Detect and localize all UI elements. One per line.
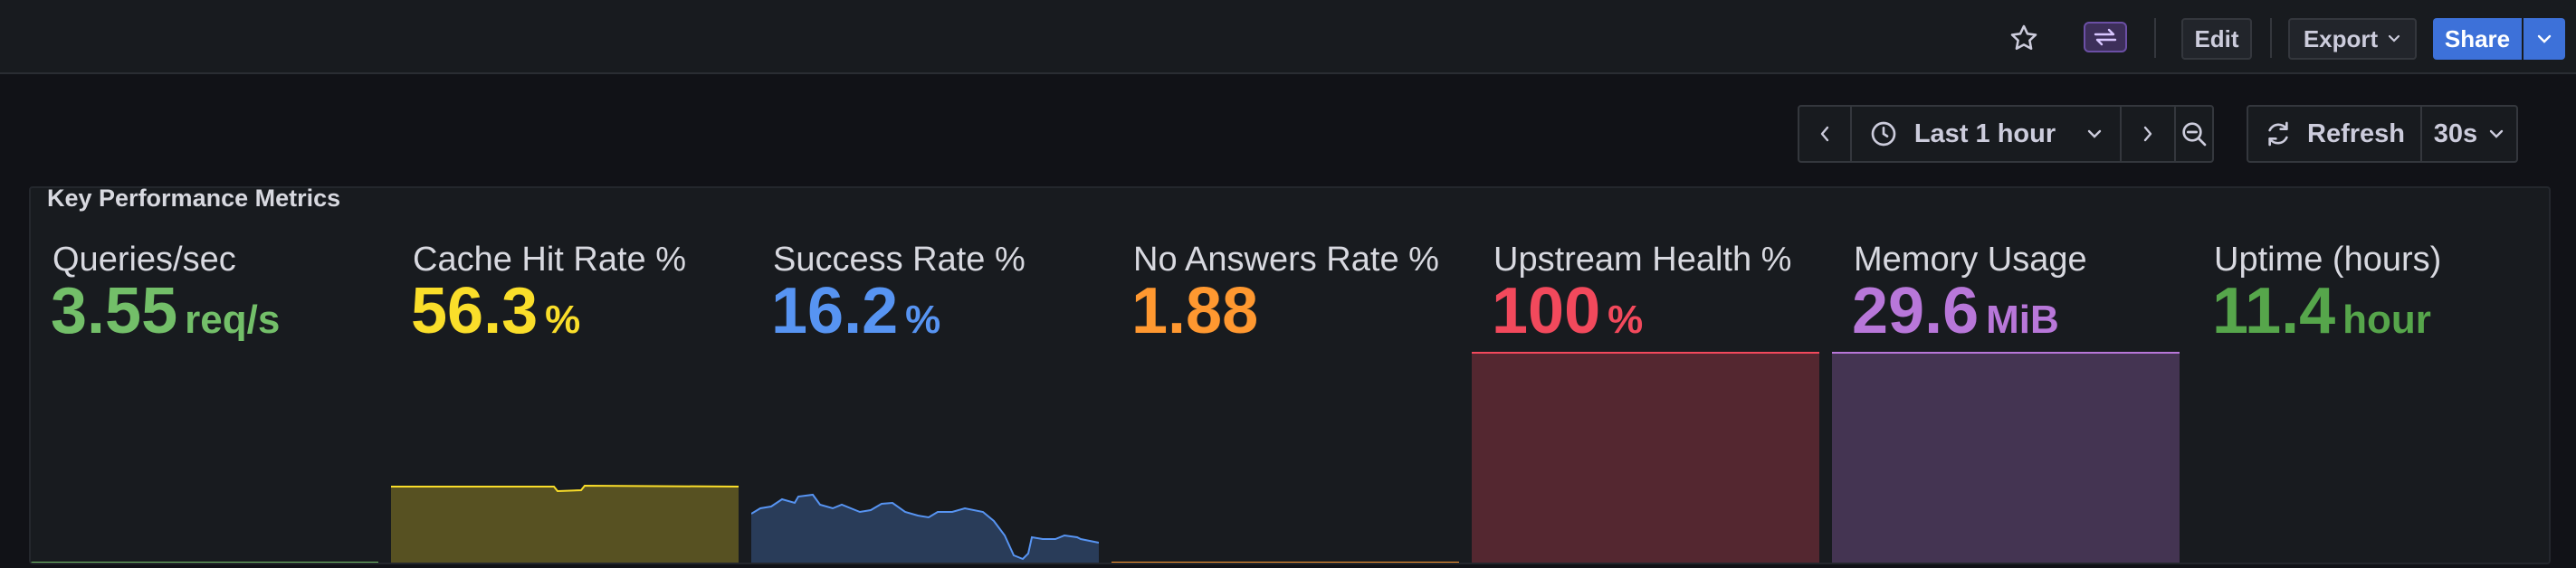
share-options-button[interactable] xyxy=(2524,18,2565,60)
refresh-picker: Refresh 30s xyxy=(2247,105,2518,163)
sparkline-area xyxy=(391,486,739,563)
stat-unit: MiB xyxy=(1986,298,2059,342)
stat-number: 100 xyxy=(1492,275,1601,347)
chevron-right-icon xyxy=(2143,126,2152,142)
chevron-down-icon xyxy=(2389,34,2400,43)
share-button-label: Share xyxy=(2444,24,2511,52)
stat-unit: req/s xyxy=(185,298,281,342)
refresh-icon xyxy=(2268,121,2288,147)
refresh-interval-label: 30s xyxy=(2433,118,2478,148)
sparkline-area xyxy=(1472,353,1819,563)
time-shift-back-button[interactable] xyxy=(1799,107,1852,161)
stat-value: 3.55 req/s xyxy=(51,279,280,344)
panel-title: Key Performance Metrics xyxy=(47,186,341,212)
time-range-label: Last 1 hour xyxy=(1913,118,2056,148)
refresh-interval-button[interactable]: 30s xyxy=(2422,107,2516,161)
stat-number: 1.88 xyxy=(1131,275,1259,347)
stat-cache-hit-rate[interactable]: Cache Hit Rate % 56.3% xyxy=(391,241,739,563)
stat-value: 1.88 xyxy=(1131,279,1265,344)
chevron-down-icon xyxy=(2537,34,2552,43)
stat-uptime-hours[interactable]: Uptime (hours) 11.4 hour xyxy=(2192,241,2540,563)
export-button[interactable]: Export xyxy=(2288,18,2417,60)
stat-label: Upstream Health % xyxy=(1493,241,1792,279)
stat-memory-usage[interactable]: Memory Usage 29.6 MiB xyxy=(1832,241,2180,563)
stat-unit: % xyxy=(545,298,581,342)
chevron-down-icon xyxy=(2489,129,2504,138)
sparkline-area xyxy=(1832,353,2180,563)
top-navbar: Edit Export Share xyxy=(0,0,2576,74)
edit-button-label: Edit xyxy=(2194,24,2239,52)
zoom-out-button[interactable] xyxy=(2176,107,2212,161)
export-button-label: Export xyxy=(2303,24,2379,52)
time-range-button[interactable]: Last 1 hour xyxy=(1852,107,2122,161)
stat-upstream-health[interactable]: Upstream Health % 100% xyxy=(1472,241,1819,563)
stat-value: 16.2% xyxy=(771,279,940,344)
stat-number: 56.3 xyxy=(411,275,539,347)
stat-label: No Answers Rate % xyxy=(1133,241,1439,279)
time-range-picker: Last 1 hour xyxy=(1798,105,2214,163)
stat-label: Cache Hit Rate % xyxy=(413,241,687,279)
stat-value: 11.4 hour xyxy=(2212,279,2431,344)
chevron-down-icon xyxy=(2087,129,2102,138)
zoom-out-icon xyxy=(2182,122,2207,147)
stat-number: 3.55 xyxy=(51,275,178,347)
stat-label: Success Rate % xyxy=(773,241,1026,279)
toggle-view-button[interactable] xyxy=(2084,22,2127,52)
clock-icon xyxy=(1871,121,1896,147)
star-icon xyxy=(2010,24,2037,51)
stat-value: 100% xyxy=(1492,279,1643,344)
swap-icon xyxy=(2094,28,2117,46)
stat-label: Queries/sec xyxy=(52,241,236,279)
toolbar-divider xyxy=(2270,18,2272,58)
stat-no-answers-rate[interactable]: No Answers Rate % 1.88 xyxy=(1111,241,1459,563)
key-performance-panel[interactable]: Key Performance Metrics Queries/sec 3.55… xyxy=(29,186,2551,564)
sparkline-area xyxy=(751,495,1099,563)
time-shift-forward-button[interactable] xyxy=(2122,107,2176,161)
stat-value: 29.6 MiB xyxy=(1852,279,2059,344)
share-button[interactable]: Share xyxy=(2433,18,2522,60)
toolbar-divider xyxy=(2154,18,2156,58)
stat-unit: % xyxy=(1608,298,1644,342)
stat-number: 11.4 xyxy=(2212,275,2336,347)
stat-number: 16.2 xyxy=(771,275,899,347)
chevron-left-icon xyxy=(1820,126,1829,142)
stat-unit: % xyxy=(905,298,941,342)
refresh-button[interactable]: Refresh xyxy=(2248,107,2422,161)
stat-queries-per-sec[interactable]: Queries/sec 3.55 req/s xyxy=(31,241,378,563)
stat-unit: hour xyxy=(2342,298,2431,342)
refresh-label: Refresh xyxy=(2307,118,2405,148)
star-button[interactable] xyxy=(2002,20,2046,56)
stat-number: 29.6 xyxy=(1852,275,1980,347)
stat-label: Uptime (hours) xyxy=(2214,241,2442,279)
stat-label: Memory Usage xyxy=(1854,241,2087,279)
stat-success-rate[interactable]: Success Rate % 16.2% xyxy=(751,241,1099,563)
stat-value: 56.3% xyxy=(411,279,580,344)
edit-button[interactable]: Edit xyxy=(2181,18,2252,60)
